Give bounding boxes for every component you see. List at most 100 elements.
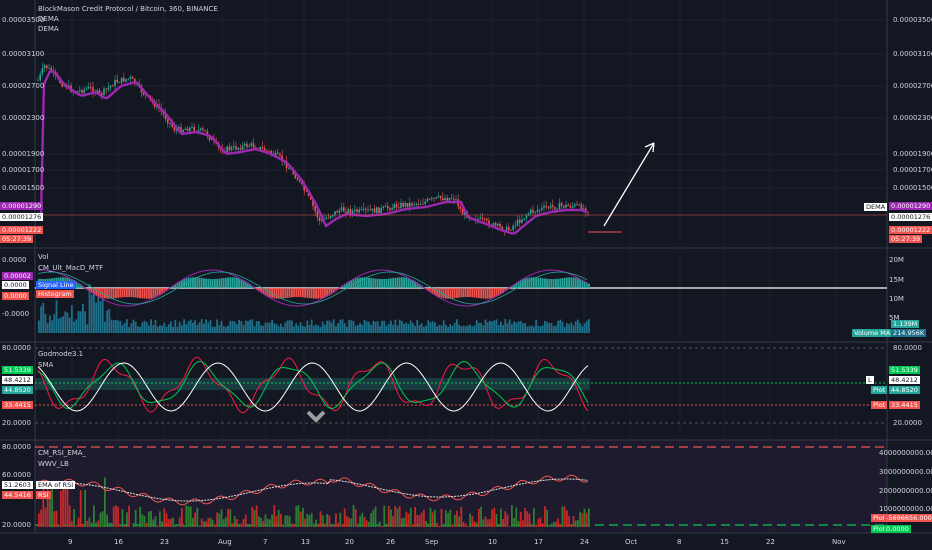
wwv-bar bbox=[330, 525, 333, 527]
price-tick-right: 0.00001700 bbox=[893, 166, 932, 174]
macd-histogram-bar bbox=[535, 277, 537, 288]
volume-bar bbox=[537, 325, 540, 333]
volume-bar bbox=[440, 325, 443, 333]
volume-bar bbox=[150, 319, 152, 333]
wwv-bar bbox=[370, 513, 372, 527]
x-axis-label: Sep bbox=[425, 538, 439, 546]
wwv-bar bbox=[577, 520, 579, 527]
wwv-bar bbox=[533, 508, 535, 527]
indicator-label-dema-2[interactable]: DEMA bbox=[38, 25, 59, 34]
macd-histogram-bar bbox=[486, 288, 489, 299]
candle-body bbox=[360, 209, 363, 211]
wwv-bar bbox=[293, 524, 295, 527]
macd-histogram-bar bbox=[236, 277, 238, 288]
candle-body bbox=[409, 202, 411, 207]
price-tick-right: 0.00001900 bbox=[893, 150, 932, 158]
macd-histogram-bar bbox=[121, 288, 124, 298]
candle-body bbox=[349, 209, 352, 214]
wwv-bar bbox=[167, 519, 170, 527]
wwv-bar bbox=[196, 507, 199, 527]
wwv-bar bbox=[77, 517, 80, 527]
candle-body bbox=[329, 216, 332, 218]
wwv-bar bbox=[550, 523, 553, 527]
volume-bar bbox=[559, 319, 562, 333]
macd-histogram-bar bbox=[570, 277, 573, 288]
wwv-bar bbox=[570, 524, 573, 527]
volume-indicator-label[interactable]: Vol bbox=[38, 253, 48, 262]
volume-bar bbox=[196, 324, 199, 333]
wwv-bar bbox=[242, 519, 245, 527]
x-axis-label: 10 bbox=[488, 538, 497, 546]
volume-bar bbox=[548, 323, 551, 333]
chart-canvas[interactable] bbox=[0, 0, 932, 550]
rsi-tick: 20.0000 bbox=[2, 521, 31, 529]
wwv-bar bbox=[566, 510, 568, 527]
volume-bar bbox=[192, 322, 194, 333]
candle-body bbox=[296, 178, 299, 181]
macd-histogram-bar bbox=[407, 278, 410, 288]
candle-body bbox=[204, 129, 206, 132]
volume-bar bbox=[423, 326, 425, 333]
candle-body bbox=[200, 128, 202, 130]
volume-bar bbox=[304, 326, 306, 333]
wwv-indicator-label[interactable]: WWV_LB bbox=[38, 460, 69, 469]
osc-tag: 33.4415 bbox=[2, 401, 33, 409]
volume-bar bbox=[458, 324, 460, 333]
wwv-bar bbox=[440, 508, 443, 527]
volume-bar bbox=[319, 326, 322, 333]
wwv-bar bbox=[572, 515, 575, 527]
wwv-bar bbox=[75, 525, 78, 527]
wwv-bar bbox=[141, 514, 144, 527]
macd-histogram-bar bbox=[559, 278, 562, 288]
volume-bar bbox=[275, 324, 278, 333]
candle-body bbox=[230, 147, 233, 151]
macd-histogram-bar bbox=[266, 288, 269, 297]
macd-histogram-bar bbox=[401, 277, 403, 288]
wwv-bar bbox=[588, 508, 590, 527]
volume-bar bbox=[473, 325, 476, 333]
macd-histogram-bar bbox=[574, 277, 577, 288]
sma-indicator-label[interactable]: SMA bbox=[38, 361, 53, 370]
wwv-bar bbox=[286, 515, 289, 527]
macd-histogram-bar bbox=[566, 277, 568, 288]
godmode-indicator-label[interactable]: Godmode3.1 bbox=[38, 350, 83, 359]
volume-bar bbox=[295, 323, 298, 333]
macd-histogram-bar bbox=[489, 288, 491, 299]
macd-histogram-bar bbox=[280, 288, 282, 299]
macd-histogram-bar bbox=[478, 288, 480, 299]
volume-bar bbox=[401, 320, 403, 333]
wwv-bar bbox=[324, 523, 326, 527]
wwv-bar bbox=[372, 509, 375, 527]
volume-bar bbox=[240, 321, 243, 333]
wwv-bar bbox=[97, 520, 100, 527]
macd-histogram-bar bbox=[453, 288, 456, 299]
candle-body bbox=[167, 119, 169, 124]
volume-bar bbox=[343, 323, 346, 333]
wwv-bar bbox=[64, 484, 67, 527]
wwv-bar bbox=[489, 519, 491, 527]
macd-histogram-bar bbox=[445, 288, 447, 299]
macd-histogram-bar bbox=[383, 278, 386, 288]
wwv-tick: 3000000000.0000 bbox=[879, 468, 932, 476]
wwv-bar bbox=[326, 514, 328, 527]
wwv-bar bbox=[350, 518, 353, 527]
macd-histogram-bar bbox=[126, 288, 128, 298]
volume-bar bbox=[583, 323, 586, 333]
volume-bar bbox=[220, 320, 223, 333]
wwv-bar bbox=[387, 505, 390, 527]
macd-histogram-bar bbox=[528, 277, 531, 288]
macd-indicator-label[interactable]: CM_Ult_MacD_MTF bbox=[38, 264, 103, 273]
macd-histogram-bar bbox=[207, 278, 210, 288]
osc-tag-right: 44.8520 bbox=[889, 386, 920, 394]
wwv-bar bbox=[337, 523, 339, 527]
wwv-bar bbox=[449, 509, 452, 527]
macd-histogram-bar bbox=[297, 288, 300, 298]
volume-bar bbox=[198, 322, 201, 333]
volume-bar bbox=[75, 319, 78, 333]
macd-histogram-bar bbox=[394, 277, 397, 288]
candle-body bbox=[112, 85, 114, 87]
rsi-ema-indicator-label[interactable]: CM_RSI_EMA_ bbox=[38, 449, 86, 458]
wwv-bar bbox=[165, 513, 168, 527]
candle-body bbox=[191, 126, 193, 128]
wwv-bar bbox=[260, 517, 262, 527]
